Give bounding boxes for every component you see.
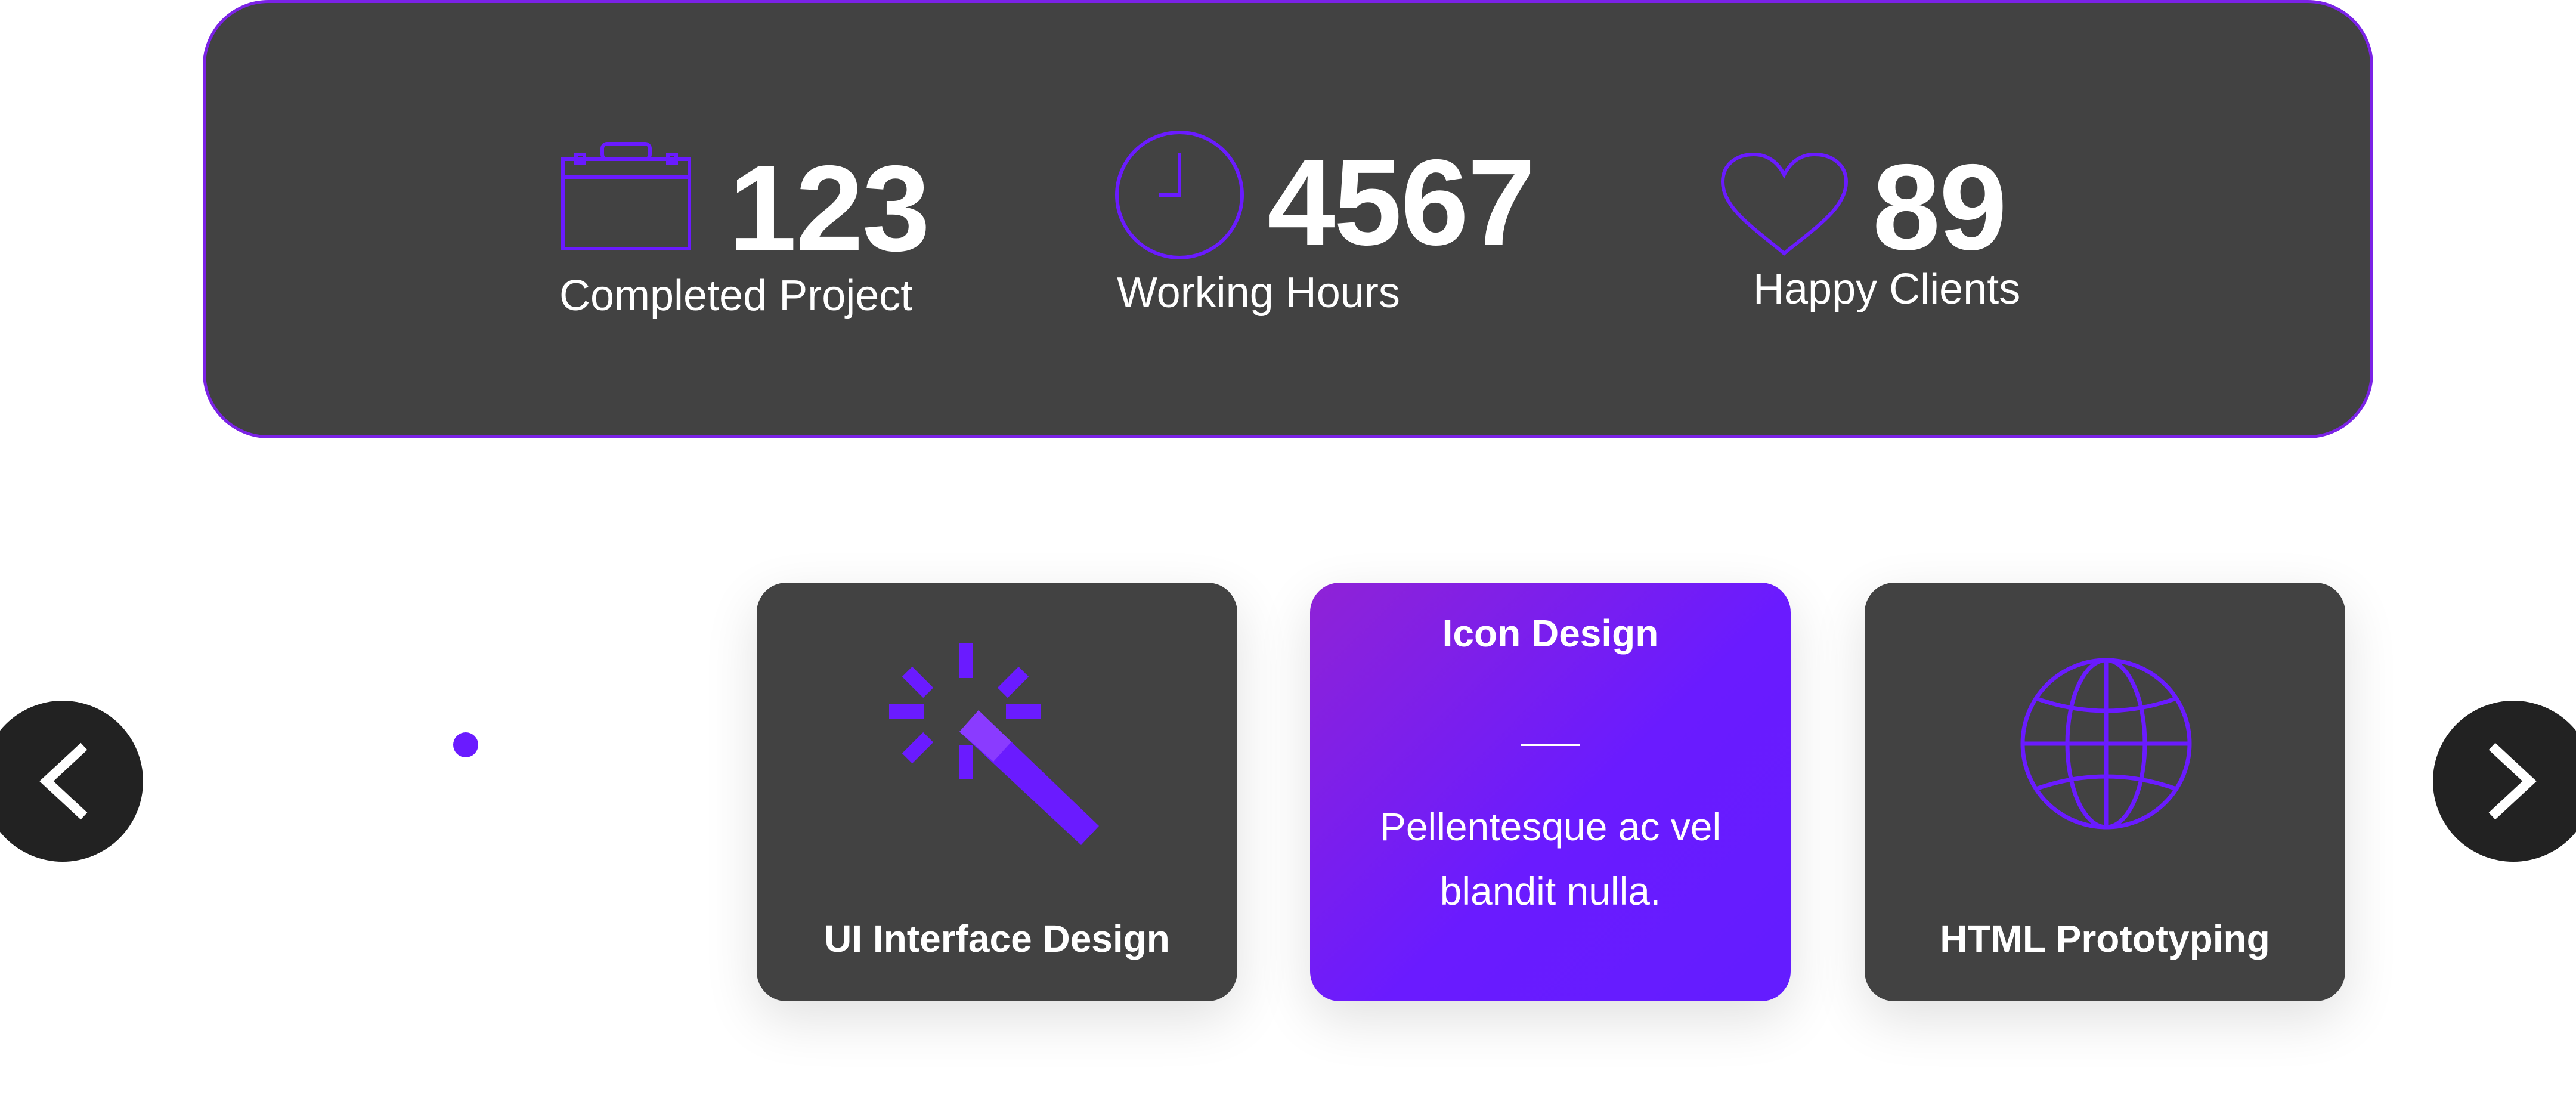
service-card-icon-design[interactable]: Icon Design Pellentesque ac vel blandit …	[1310, 583, 1791, 1001]
globe-icon	[2020, 658, 2192, 830]
service-card-html-prototyping[interactable]: HTML Prototyping	[1865, 583, 2345, 1001]
stat-number: 123	[729, 140, 930, 277]
card-title: UI Interface Design	[824, 917, 1170, 960]
chevron-left-icon	[39, 742, 88, 820]
card-description: Pellentesque ac vel blandit nulla.	[1379, 804, 1722, 913]
service-card-ui-interface-design[interactable]: UI Interface Design	[757, 583, 1237, 1001]
card-title: Icon Design	[1442, 612, 1659, 655]
stat-label: Working Hours	[1117, 269, 1400, 317]
heart-icon	[1720, 152, 1849, 256]
stats-panel: 123 Completed Project 4567 Working Hours…	[203, 0, 2373, 438]
stat-label: Completed Project	[559, 272, 913, 320]
stat-label: Happy Clients	[1753, 265, 2021, 313]
stat-number: 4567	[1267, 134, 1535, 271]
card-divider	[1521, 744, 1580, 746]
card-title: HTML Prototyping	[1940, 917, 2270, 960]
carousel-next-button[interactable]	[2433, 701, 2576, 862]
clock-icon	[1115, 131, 1244, 259]
magic-wand-icon	[889, 643, 1099, 845]
chevron-right-icon	[2488, 742, 2537, 820]
briefcase-icon	[561, 142, 691, 250]
stat-number: 89	[1872, 139, 2007, 276]
carousel-dot[interactable]	[453, 732, 478, 757]
carousel-prev-button[interactable]	[0, 701, 143, 862]
